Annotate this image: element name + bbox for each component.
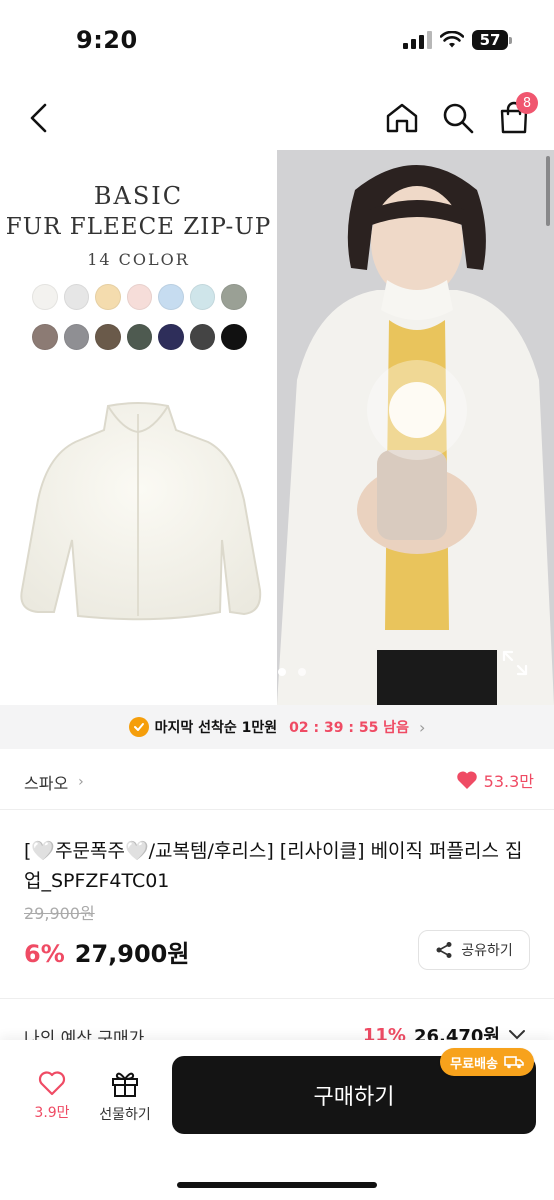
chevron-right-icon: › [78, 774, 84, 790]
buy-label: 구매하기 [313, 1085, 395, 1110]
color-swatch [95, 284, 121, 310]
hero-title-line2: FUR FLEECE ZIP-UP [5, 214, 272, 240]
color-swatch [158, 284, 184, 310]
heart-filled-icon [456, 771, 477, 789]
color-swatch [189, 284, 216, 310]
price-row: 6% 27,900원 [24, 934, 189, 969]
bottom-action-bar: 3.9만 선물하기 구매하기 무료배송 [0, 1040, 554, 1200]
signal-icon [403, 31, 432, 49]
brand-name: 스파오 [24, 774, 69, 793]
color-swatch [189, 324, 216, 350]
search-button[interactable] [436, 96, 480, 140]
truck-icon [504, 1056, 524, 1069]
chevron-right-icon: › [418, 717, 426, 737]
jacket-illustration [20, 402, 262, 621]
gift-button[interactable]: 선물하기 [92, 1070, 158, 1130]
promo-banner[interactable]: 마지막 선착순 1만원 02 : 39 : 55 남음 › [0, 705, 554, 749]
promo-timer: 02 : 39 : 55 남음 [289, 720, 409, 736]
back-button[interactable] [18, 96, 58, 140]
cart-button[interactable]: 8 [492, 92, 538, 140]
color-swatch [32, 284, 58, 310]
original-price: 29,900원 [24, 904, 95, 923]
hero-title-line3: 14 COLOR [87, 250, 190, 269]
gift-icon [112, 1072, 138, 1097]
likes-count: 53.3만 [483, 772, 534, 791]
carousel-dot[interactable] [298, 668, 306, 676]
divider [0, 998, 554, 999]
color-swatch [221, 324, 248, 350]
color-swatch-row-2 [32, 324, 248, 350]
color-swatch-row-1 [32, 284, 248, 310]
carousel-pagination [258, 668, 306, 676]
promo-label: 마지막 선착순 1만원 [154, 720, 278, 736]
brand-link[interactable]: 스파오 › [24, 770, 84, 794]
heart-outline-icon [38, 1071, 66, 1096]
status-time: 9:20 [76, 26, 138, 54]
share-label: 공유하기 [461, 943, 513, 959]
color-swatch [63, 284, 90, 310]
discount-rate: 6% [24, 940, 65, 968]
expand-icon [502, 650, 528, 676]
carousel-dot[interactable] [258, 668, 266, 676]
color-swatch [126, 284, 153, 310]
model-photo-illustration [277, 150, 554, 705]
color-swatch [95, 324, 121, 350]
free-shipping-badge: 무료배송 [440, 1048, 534, 1076]
product-image-carousel[interactable]: BASIC FUR FLEECE ZIP-UP 14 COLOR [0, 150, 554, 705]
color-swatch [126, 324, 153, 350]
share-button[interactable]: 공유하기 [418, 930, 530, 970]
top-nav: 8 [0, 86, 554, 148]
brand-likes[interactable]: 53.3만 [456, 768, 534, 792]
product-color-image: BASIC FUR FLEECE ZIP-UP 14 COLOR [0, 150, 277, 705]
wishlist-button[interactable]: 3.9만 [24, 1070, 80, 1130]
status-bar: 9:20 57 [0, 0, 554, 80]
scroll-indicator [546, 156, 550, 226]
home-button[interactable] [380, 96, 424, 140]
color-swatch [32, 324, 58, 350]
wishlist-count: 3.9만 [34, 1105, 70, 1121]
gift-label: 선물하기 [99, 1107, 151, 1123]
brand-row: 스파오 › 53.3만 [0, 750, 554, 810]
search-icon [443, 103, 474, 134]
home-indicator [177, 1182, 377, 1188]
expand-image-button[interactable] [502, 650, 528, 676]
share-icon [436, 942, 452, 958]
color-swatch [221, 284, 248, 310]
hero-title-line1: BASIC [93, 182, 184, 210]
chevron-left-icon [30, 103, 47, 133]
product-model-photo [277, 150, 554, 705]
product-title: [🤍주문폭주🤍/교복템/후리스] [리사이클] 베이직 퍼플리스 집업_SPFZ… [24, 840, 523, 892]
carousel-dot[interactable] [278, 668, 286, 676]
check-badge-icon [128, 717, 149, 737]
color-swatch [158, 324, 184, 350]
wifi-icon [440, 31, 464, 48]
status-icons: 57 [403, 30, 512, 50]
free-shipping-label: 무료배송 [450, 1056, 498, 1072]
battery-indicator: 57 [472, 30, 512, 50]
cart-count-badge: 8 [516, 92, 538, 114]
sale-price: 27,900원 [74, 940, 190, 968]
home-icon [386, 103, 418, 133]
color-swatch [63, 324, 90, 350]
